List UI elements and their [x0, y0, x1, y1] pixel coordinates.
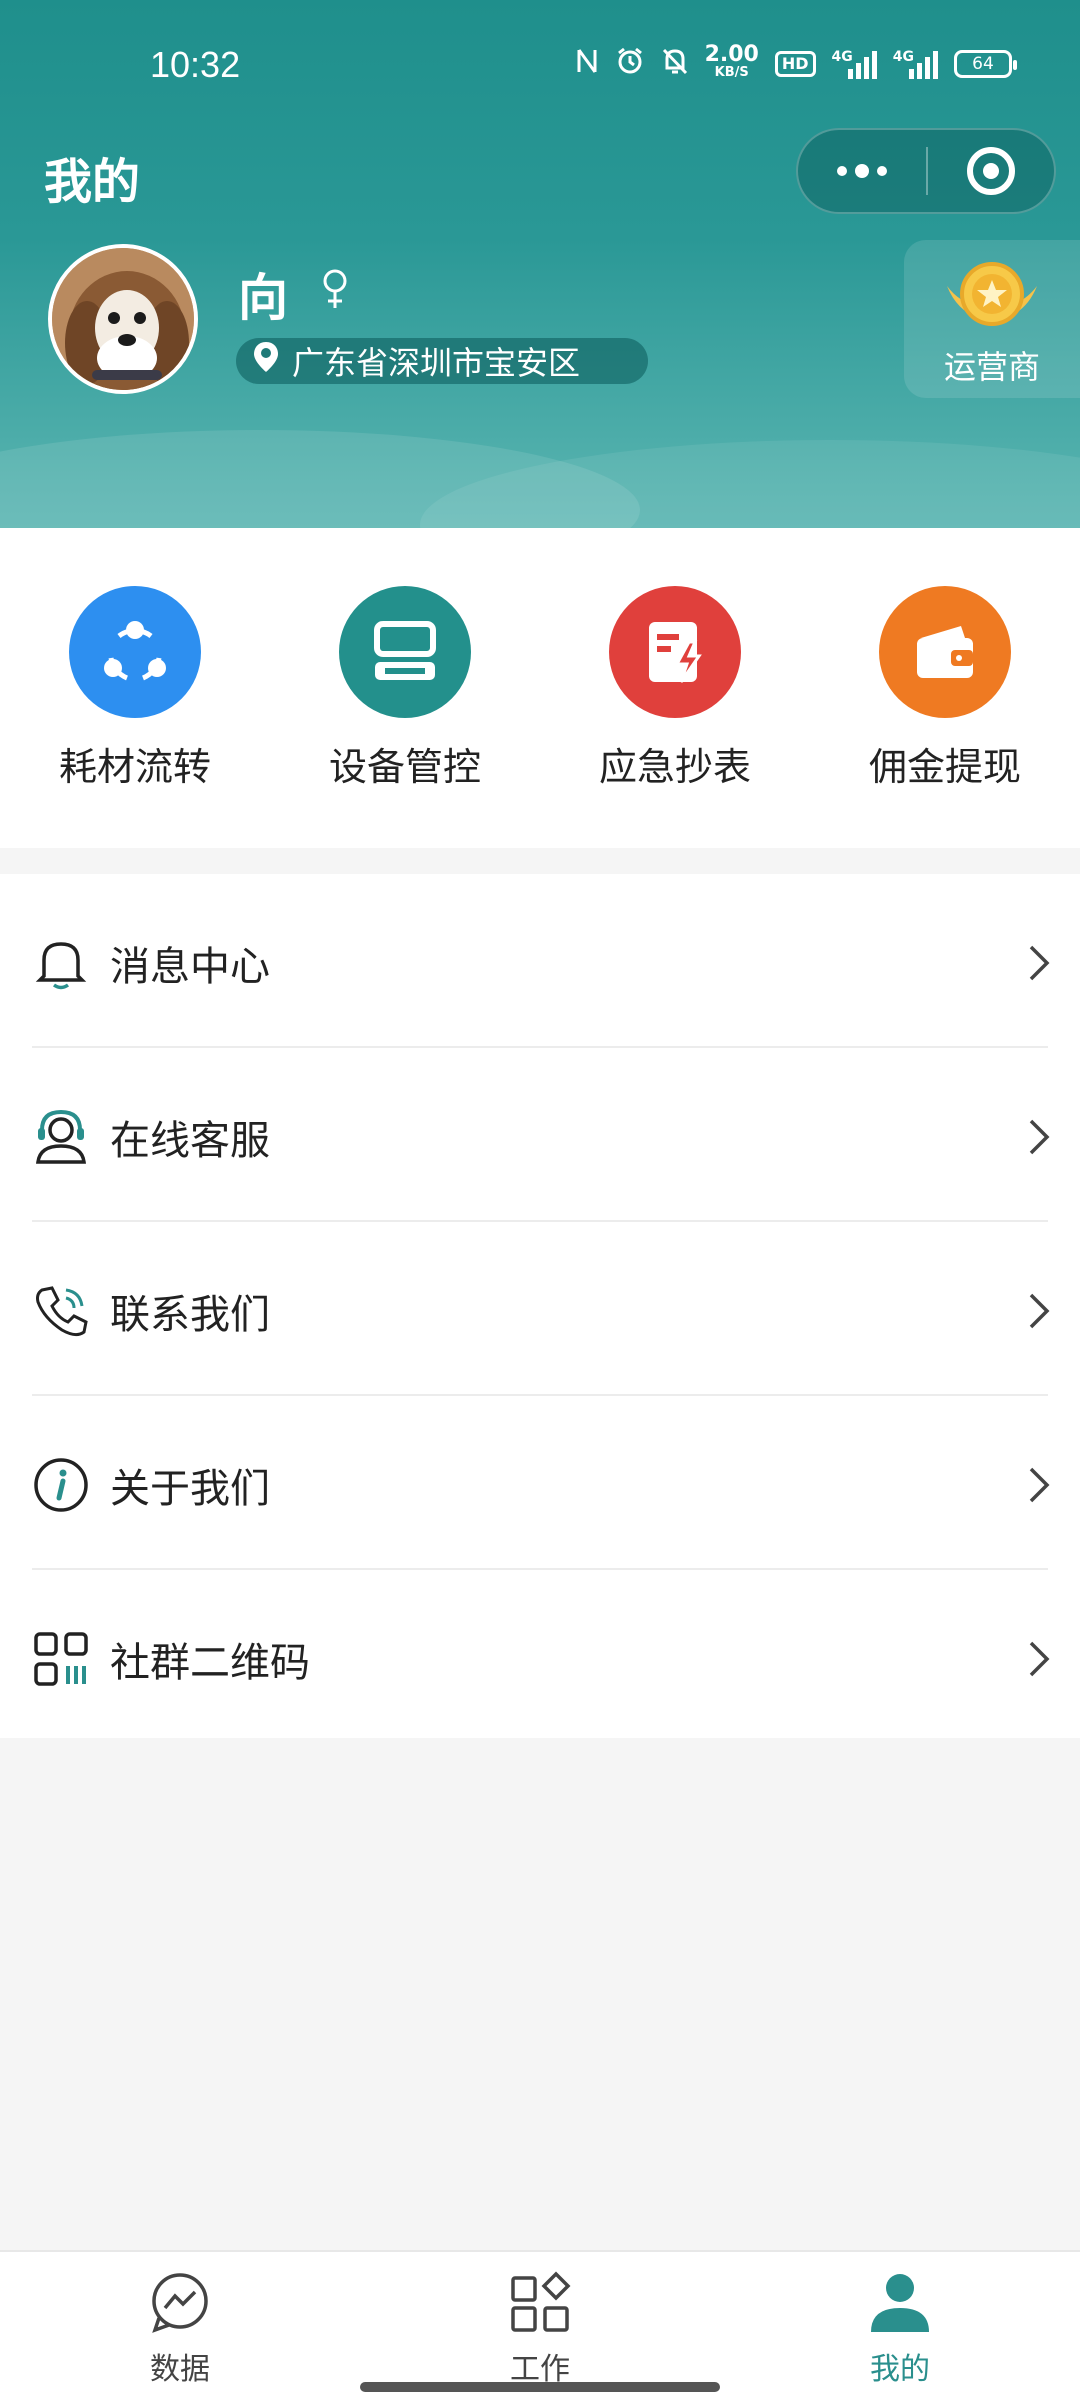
phone-icon: [32, 1282, 90, 1340]
share-cycle-icon: [69, 586, 201, 718]
settings-menu: 消息中心 在线客服 联系我们 关于我们 社群二维码: [0, 874, 1080, 1738]
menu-item-label: 在线客服: [110, 1118, 270, 1164]
chart-bubble-icon: [147, 2273, 213, 2340]
wallet-icon: [879, 586, 1011, 718]
quick-action-consumables[interactable]: 耗材流转: [35, 586, 235, 791]
tab-label: 数据: [150, 2352, 210, 2387]
role-card[interactable]: 运营商: [904, 240, 1080, 398]
quick-action-label: 应急抄表: [598, 745, 751, 789]
more-button[interactable]: [798, 130, 926, 212]
signal-icon: 4G: [893, 49, 938, 79]
meter-flash-icon: [609, 586, 741, 718]
chevron-right-icon: [1028, 1292, 1050, 1334]
info-icon: [32, 1456, 90, 1514]
menu-item-label: 关于我们: [110, 1466, 270, 1512]
menu-item-contact-us[interactable]: 联系我们: [0, 1222, 1080, 1396]
menu-item-messages[interactable]: 消息中心: [0, 874, 1080, 1048]
quick-action-commission[interactable]: 佣金提现: [845, 586, 1045, 791]
profile-header: 10:32 2.00 KB/S HD 4G 4G 64 我的 向 广东省深圳市宝…: [0, 0, 1080, 528]
bottom-tab-bar: 数据 工作 我的: [0, 2250, 1080, 2400]
mute-icon: [661, 46, 689, 83]
page-title: 我的: [44, 154, 141, 210]
status-time: 10:32: [150, 44, 241, 85]
person-icon: [867, 2274, 933, 2340]
grid-apps-icon: [507, 2271, 573, 2340]
menu-item-label: 消息中心: [110, 944, 270, 990]
menu-item-label: 联系我们: [110, 1292, 270, 1338]
avatar[interactable]: [48, 244, 198, 394]
signal-label: 4G: [831, 49, 853, 65]
close-miniprogram-button[interactable]: [928, 147, 1054, 195]
location-pin-icon: [252, 340, 280, 382]
signal-label: 4G: [892, 49, 914, 65]
status-bar: 10:32 2.00 KB/S HD 4G 4G 64: [0, 0, 1080, 130]
chevron-right-icon: [1028, 1466, 1050, 1508]
tab-data[interactable]: 数据: [80, 2270, 280, 2388]
tab-work[interactable]: 工作: [440, 2270, 640, 2388]
status-icons: 2.00 KB/S HD 4G 4G 64: [575, 42, 1017, 84]
location-badge: 广东省深圳市宝安区: [236, 338, 648, 384]
quick-actions: 耗材流转 设备管控 应急抄表 佣金提现: [0, 528, 1080, 848]
user-name: 向: [238, 269, 288, 327]
net-speed: 2.00 KB/S: [704, 42, 759, 82]
alarm-icon: [615, 46, 645, 83]
miniprogram-capsule: [796, 128, 1056, 214]
quick-action-label: 设备管控: [328, 745, 481, 789]
quick-action-emergency-meter[interactable]: 应急抄表: [575, 586, 775, 791]
tab-mine[interactable]: 我的: [800, 2270, 1000, 2388]
target-icon: [967, 147, 1015, 195]
menu-item-label: 社群二维码: [110, 1640, 310, 1686]
customer-service-icon: [32, 1108, 90, 1166]
home-indicator[interactable]: [360, 2382, 720, 2392]
dog-avatar-image: [52, 248, 194, 390]
role-label: 运营商: [943, 348, 1040, 386]
female-icon: [320, 268, 350, 316]
net-speed-value: 2.00: [704, 42, 759, 67]
medal-icon: [937, 256, 1047, 336]
quick-action-device[interactable]: 设备管控: [305, 586, 505, 791]
chevron-right-icon: [1028, 944, 1050, 986]
chevron-right-icon: [1028, 1118, 1050, 1160]
bell-icon: [32, 934, 90, 992]
chevron-right-icon: [1028, 1640, 1050, 1682]
menu-item-customer-service[interactable]: 在线客服: [0, 1048, 1080, 1222]
menu-item-about-us[interactable]: 关于我们: [0, 1396, 1080, 1570]
nfc-icon: [575, 46, 599, 83]
hd-badge: HD: [774, 51, 816, 77]
menu-item-group-qrcode[interactable]: 社群二维码: [0, 1570, 1080, 1744]
quick-action-label: 佣金提现: [868, 745, 1021, 789]
device-icon: [339, 586, 471, 718]
signal-icon: 4G: [832, 49, 877, 79]
location-text: 广东省深圳市宝安区: [292, 344, 581, 382]
qrcode-icon: [32, 1630, 90, 1688]
battery-icon: 64: [954, 50, 1017, 78]
tab-label: 我的: [870, 2352, 930, 2387]
quick-action-label: 耗材流转: [58, 745, 211, 789]
